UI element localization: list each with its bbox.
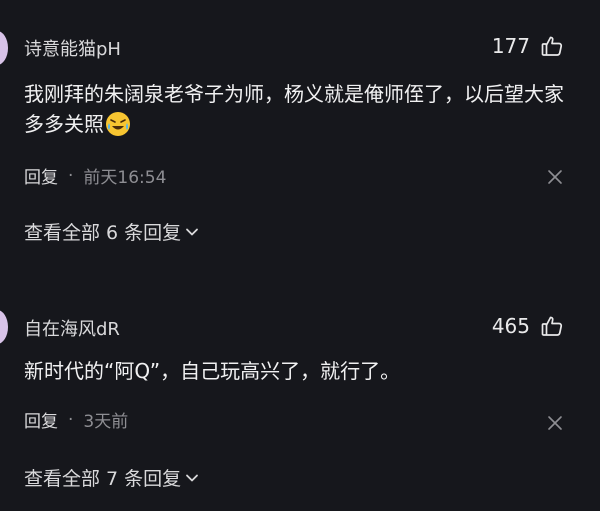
chevron-down-icon — [186, 474, 199, 481]
like-button[interactable]: 465 — [492, 314, 564, 338]
thumbs-up-icon[interactable] — [540, 314, 564, 338]
comment-time: 3天前 — [83, 412, 129, 432]
avatar[interactable] — [0, 31, 8, 65]
close-icon[interactable] — [546, 168, 564, 186]
meta-separator: · — [68, 409, 74, 430]
comment-text: 新时代的“阿Q”，自己玩高兴了，就行了。 — [24, 359, 401, 383]
view-all-replies-label: 查看全部 7 条回复 — [24, 468, 182, 490]
comment-meta: 回复 · 3天前 — [24, 407, 129, 433]
comment-username[interactable]: 自在海风dR — [24, 315, 120, 341]
chevron-down-icon — [186, 228, 199, 235]
like-button[interactable]: 177 — [492, 34, 564, 58]
reply-button[interactable]: 回复 — [24, 407, 58, 432]
comment-username[interactable]: 诗意能猫pH — [24, 35, 121, 61]
view-all-replies-button[interactable]: 查看全部 6 条回复 — [24, 218, 199, 245]
comment-text: 我刚拜的朱阔泉老爷子为师，杨义就是俺师侄了，以后望大家多多关照 — [24, 82, 564, 136]
view-all-replies-button[interactable]: 查看全部 7 条回复 — [24, 464, 199, 491]
comment-time: 前天16:54 — [83, 168, 167, 188]
like-count: 177 — [491, 34, 530, 58]
close-icon[interactable] — [546, 414, 564, 432]
thumbs-up-icon[interactable] — [540, 34, 564, 58]
meta-separator: · — [68, 165, 74, 186]
like-count: 465 — [491, 314, 530, 338]
view-all-replies-label: 查看全部 6 条回复 — [24, 222, 182, 244]
laughing-crying-emoji-icon — [106, 112, 130, 136]
avatar[interactable] — [0, 310, 8, 344]
comment-meta: 回复 · 前天16:54 — [24, 163, 167, 189]
reply-button[interactable]: 回复 — [24, 163, 58, 188]
